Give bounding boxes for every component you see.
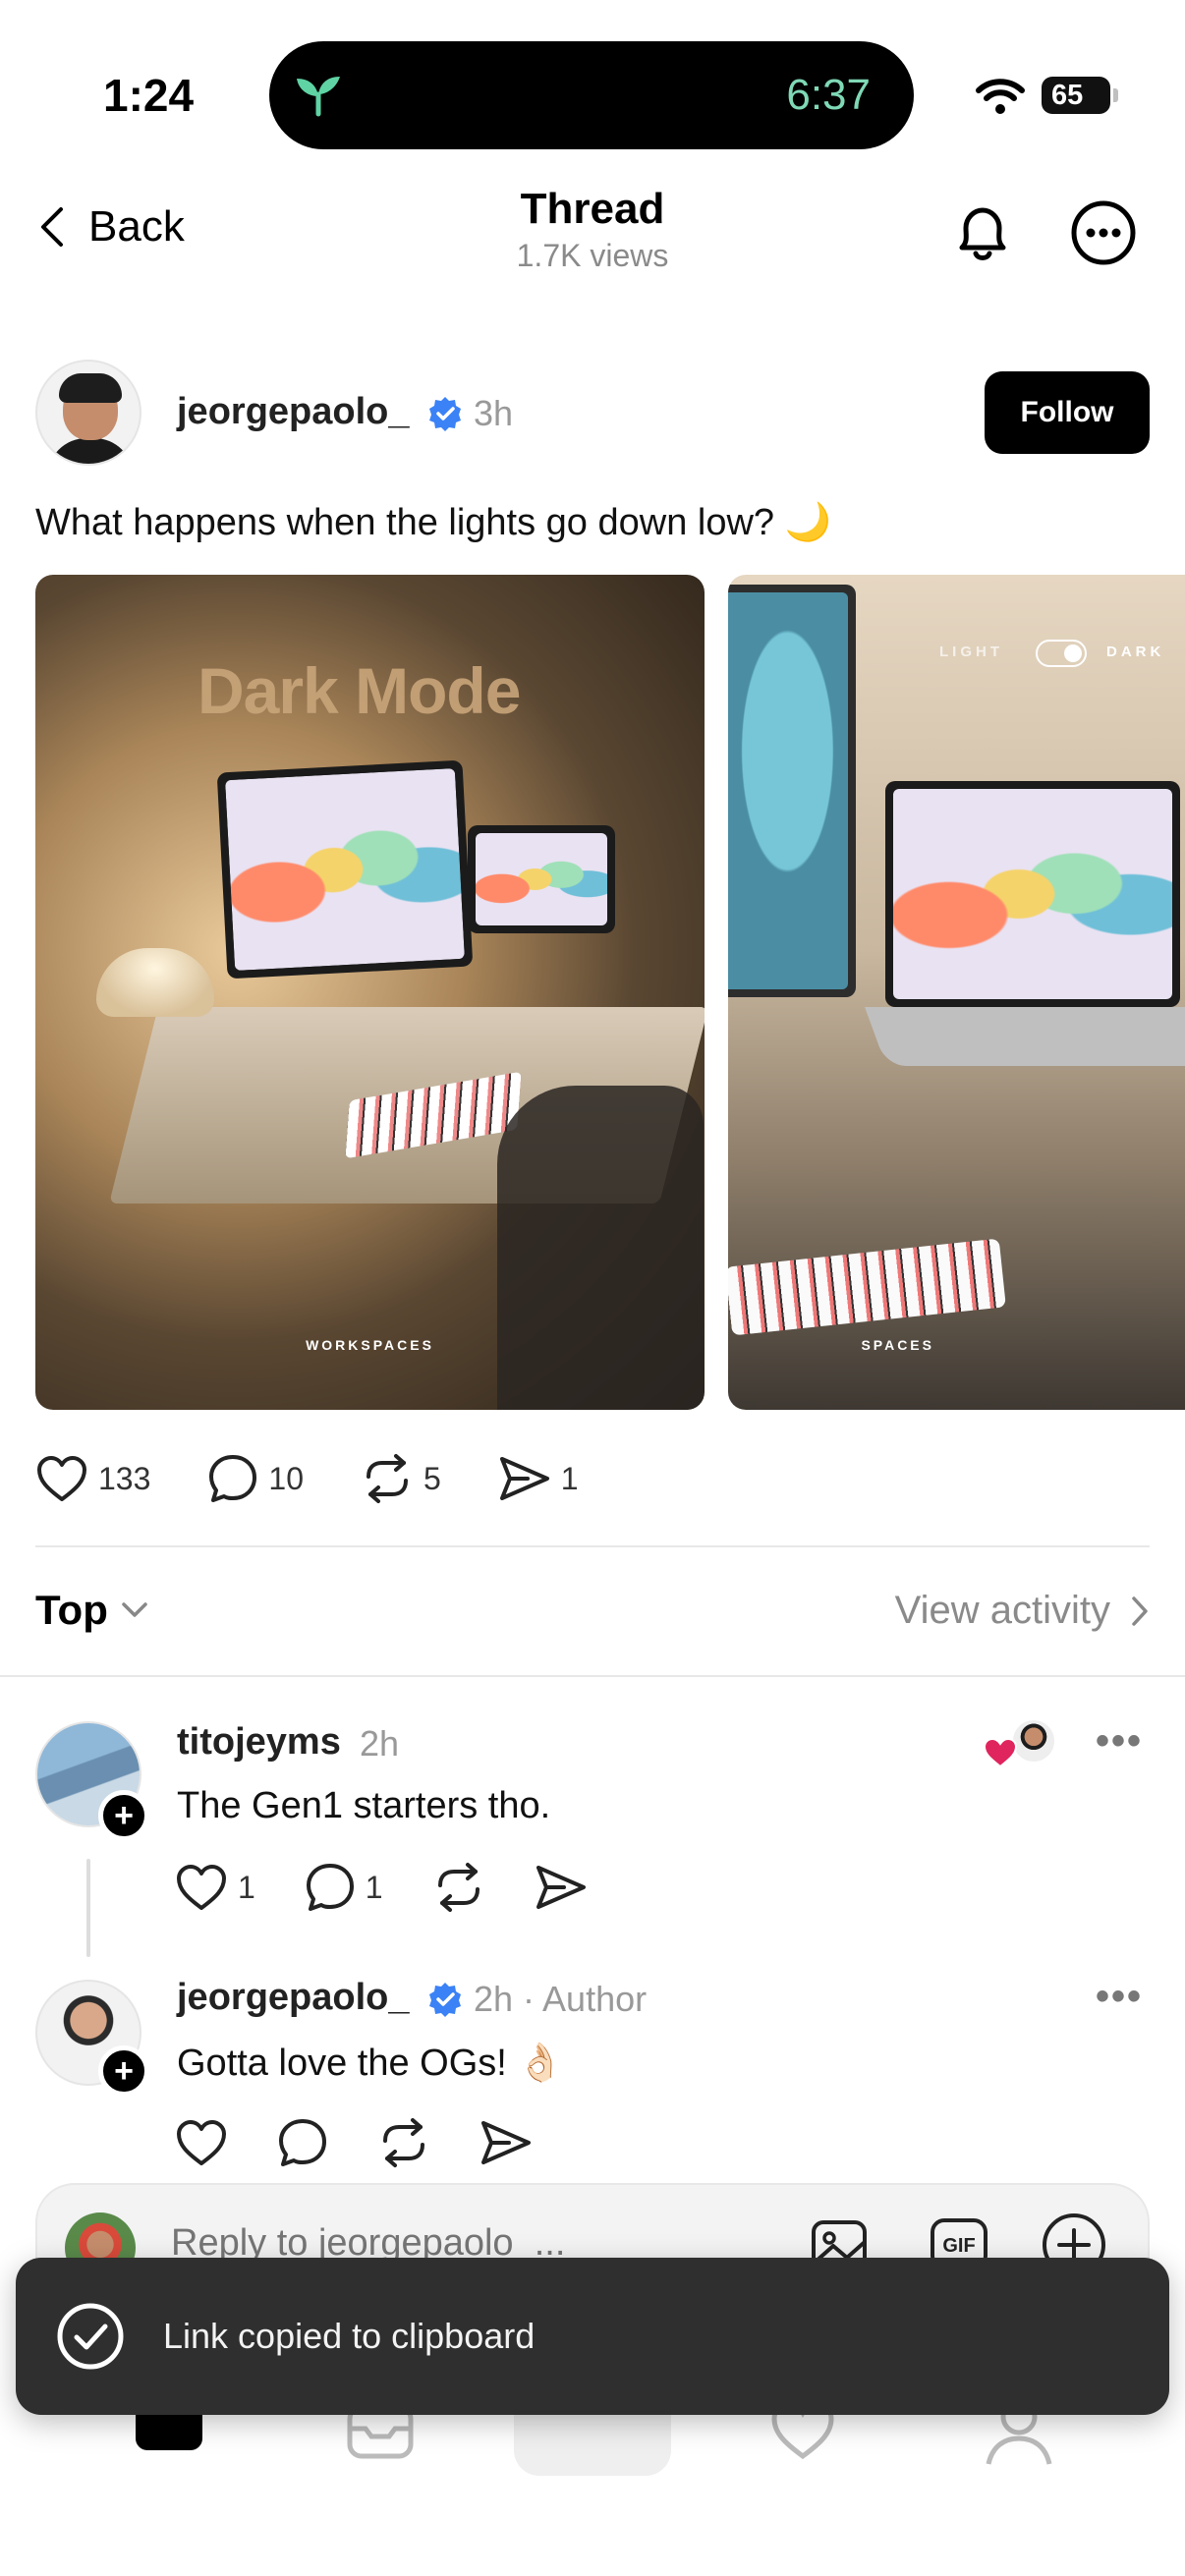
verified-badge-icon	[429, 397, 461, 431]
comment-button[interactable]: 10	[207, 1453, 304, 1504]
battery-indicator: 65	[1042, 77, 1118, 114]
chevron-down-icon	[122, 1602, 147, 1617]
send-icon	[536, 1866, 586, 1909]
post-image-dark-mode[interactable]: Dark Mode WORKSPACES	[35, 575, 705, 1410]
repost-button[interactable]	[432, 1862, 485, 1913]
repost-icon	[366, 1454, 408, 1503]
comment-count: 10	[268, 1460, 304, 1496]
sort-label: Top	[35, 1587, 108, 1633]
comment-button[interactable]	[277, 2117, 328, 2168]
sort-dropdown[interactable]: Top	[35, 1587, 149, 1634]
send-icon	[481, 2121, 531, 2164]
like-button[interactable]	[175, 2118, 228, 2167]
share-count: 1	[560, 1460, 579, 1496]
send-icon	[499, 1457, 549, 1500]
status-time: 1:24	[103, 70, 195, 121]
view-activity-label: View activity	[894, 1589, 1110, 1632]
view-activity-link[interactable]: View activity	[895, 1589, 1150, 1633]
repost-button[interactable]	[377, 2117, 430, 2168]
repost-icon	[383, 2118, 424, 2167]
heart-icon	[177, 1865, 226, 1910]
reply-text: The Gen1 starters tho.	[177, 1785, 551, 1826]
svg-text:GIF: GIF	[942, 2235, 975, 2257]
follow-button[interactable]: Follow	[985, 371, 1150, 454]
more-options-icon[interactable]: •••	[1096, 1975, 1143, 2019]
toast-notification[interactable]: Link copied to clipboard	[16, 2258, 1169, 2415]
comment-icon	[209, 1455, 257, 1502]
toggle-label-dark: DARK	[1106, 644, 1165, 660]
post-actions: 133 10 5 1	[35, 1449, 636, 1508]
toggle-graphic	[1036, 640, 1087, 667]
follow-plus-icon[interactable]: +	[98, 1790, 149, 1841]
repost-icon	[437, 1863, 480, 1912]
liked-by-author	[983, 1717, 1057, 1776]
divider	[35, 1545, 1150, 1547]
verified-badge-icon	[429, 1983, 461, 2017]
toggle-label-light: LIGHT	[939, 644, 1003, 660]
reply-text: Gotta love the OGs! 👌🏻	[177, 2043, 564, 2084]
avatar[interactable]	[35, 360, 141, 466]
share-button[interactable]: 1	[498, 1455, 579, 1502]
like-button[interactable]: 1	[175, 1863, 255, 1912]
repost-count: 5	[423, 1460, 441, 1496]
image-title: Dark Mode	[198, 654, 521, 727]
comment-icon	[306, 1864, 354, 1911]
image-caption: WORKSPACES	[306, 1337, 434, 1353]
bell-icon[interactable]	[948, 198, 1017, 267]
more-options-icon[interactable]: •••	[1096, 1719, 1143, 1764]
reply-username[interactable]: titojeyms	[177, 1721, 341, 1764]
share-button[interactable]	[535, 1864, 588, 1911]
toast-text: Link copied to clipboard	[163, 2316, 536, 2356]
like-count: 133	[98, 1460, 151, 1496]
reply-actions: 1 1	[175, 1862, 637, 1913]
wifi-icon	[976, 79, 1025, 114]
live-activity-time: 6:37	[786, 71, 871, 119]
comment-button[interactable]: 1	[305, 1862, 383, 1913]
like-count: 1	[238, 1869, 255, 1905]
chevron-right-icon	[1132, 1596, 1148, 1626]
heart-badge-icon	[983, 1737, 1018, 1768]
like-button[interactable]: 133	[35, 1454, 150, 1503]
repost-button[interactable]: 5	[361, 1453, 441, 1504]
post-text: What happens when the lights go down low…	[35, 502, 831, 543]
image-caption: SPACES	[861, 1337, 934, 1353]
heart-icon	[37, 1456, 86, 1501]
comment-count: 1	[365, 1869, 383, 1905]
reply-timestamp: 2h · Author	[474, 1979, 648, 2019]
reply-timestamp: 2h	[360, 1723, 400, 1764]
reply-actions	[175, 2117, 582, 2168]
thread-connector-line	[86, 1859, 90, 1957]
post-image-spaces[interactable]: LIGHT DARK SPACES	[728, 575, 1185, 1410]
sprout-icon	[297, 77, 340, 117]
thread-header: Back Thread 1.7K views	[0, 167, 1185, 295]
post-username[interactable]: jeorgepaolo_	[177, 391, 410, 433]
comment-icon	[279, 2119, 326, 2166]
heart-icon	[177, 2120, 226, 2165]
more-options-icon[interactable]	[1069, 198, 1138, 267]
divider	[0, 1675, 1185, 1677]
share-button[interactable]	[480, 2119, 533, 2166]
reply-username[interactable]: jeorgepaolo_	[177, 1977, 410, 2019]
check-circle-icon	[57, 2303, 124, 2370]
post-timestamp: 3h	[474, 393, 514, 433]
dynamic-island[interactable]: 6:37	[269, 41, 914, 149]
status-bar: 1:24 6:37 65	[0, 0, 1185, 157]
follow-plus-icon[interactable]: +	[98, 2045, 149, 2097]
